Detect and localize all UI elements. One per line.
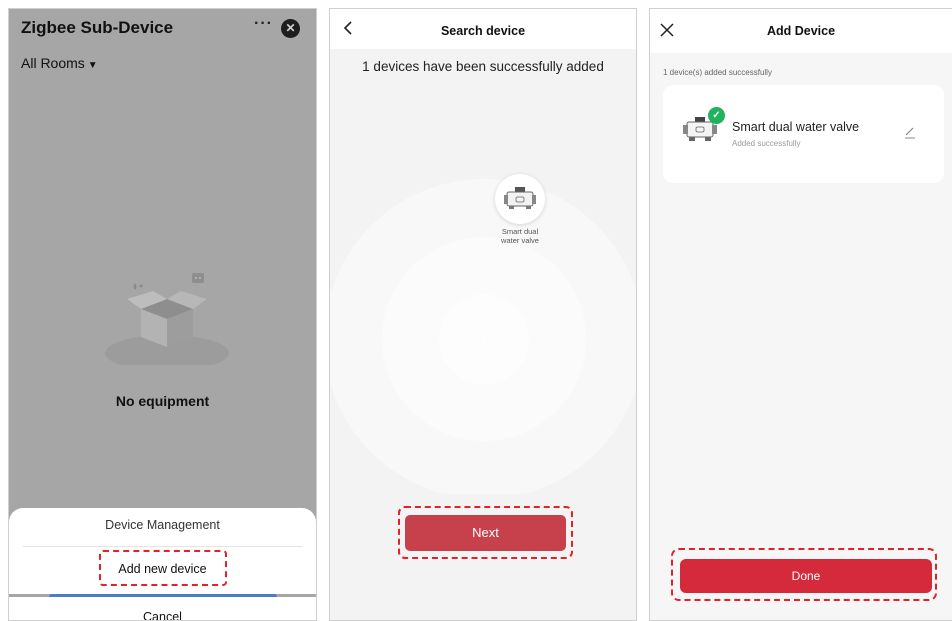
search-device-screen: Search device 1 devices have been succes… — [329, 8, 637, 621]
caret-down-icon: ▼ — [87, 60, 98, 71]
check-badge-icon: ✓ — [708, 107, 725, 124]
found-device-label: Smart dual water valve — [490, 227, 550, 245]
device-label-line1: Smart dual — [501, 227, 539, 236]
top-bar: Zigbee Sub-Device ··· ✕ — [9, 9, 316, 47]
status-text: 1 devices have been successfully added — [362, 59, 604, 74]
added-count-text: 1 device(s) added successfully — [663, 68, 772, 77]
top-bar: Search device — [330, 9, 636, 49]
zigbee-subdevice-screen: Zigbee Sub-Device ··· ✕ All Rooms ▼ No eq… — [8, 8, 317, 621]
rooms-filter-label: All Rooms — [21, 55, 85, 71]
page-title: Zigbee Sub-Device — [21, 18, 174, 37]
page-title: Search device — [440, 24, 526, 38]
pencil-icon[interactable] — [903, 125, 917, 139]
empty-state-text: No equipment — [115, 393, 210, 409]
cancel-label: Cancel — [143, 610, 182, 621]
close-circle-icon[interactable]: ✕ — [281, 19, 300, 38]
device-card[interactable]: ✓ Smart dual water valve Added successfu… — [663, 85, 944, 183]
highlight-box-next — [398, 506, 573, 559]
page-title: Add Device — [766, 24, 836, 38]
device-label-line2: water valve — [501, 236, 539, 245]
empty-box-icon — [105, 273, 229, 365]
device-name: Smart dual water valve — [732, 120, 860, 134]
highlight-box-done — [671, 548, 937, 601]
water-valve-icon — [504, 187, 536, 209]
screenshot-stage: Zigbee Sub-Device ··· ✕ All Rooms ▼ No eq… — [0, 0, 952, 621]
add-device-screen: Add Device 1 device(s) added successfull… — [649, 8, 952, 621]
rooms-filter-dropdown[interactable]: All Rooms ▼ — [21, 55, 98, 71]
found-device-button[interactable] — [495, 174, 545, 224]
more-icon[interactable]: ··· — [254, 15, 273, 33]
device-status: Added successfully — [732, 139, 801, 148]
cancel-button[interactable]: Cancel — [9, 597, 316, 621]
radar-scan-graphic — [330, 179, 636, 494]
top-bar: Add Device — [650, 9, 952, 53]
sheet-title: Device Management — [105, 518, 220, 532]
divider — [23, 546, 302, 547]
highlight-box-add-new-device — [99, 550, 227, 586]
